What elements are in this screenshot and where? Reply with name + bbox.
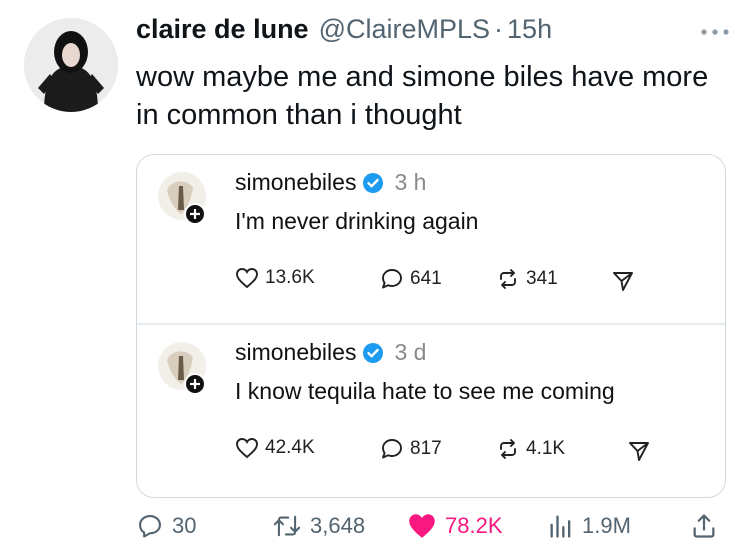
like-stat[interactable]: 13.6K bbox=[235, 267, 315, 289]
heart-icon bbox=[236, 268, 258, 289]
retweet-button[interactable]: 3,648 bbox=[272, 512, 365, 540]
handle[interactable]: @ClaireMPLS bbox=[319, 14, 490, 45]
heart-icon bbox=[236, 438, 258, 459]
reply-count: 30 bbox=[172, 513, 197, 538]
embedded-image[interactable]: simonebiles 3 h I'm never drinking again… bbox=[136, 154, 726, 498]
comment-count: 817 bbox=[410, 438, 442, 459]
repost-stat[interactable]: 341 bbox=[496, 267, 558, 291]
repost-stat[interactable]: 4.1K bbox=[496, 437, 565, 461]
separator-dot: · bbox=[494, 14, 504, 44]
retweet-count: 3,648 bbox=[310, 513, 366, 538]
more-icon[interactable] bbox=[698, 22, 732, 42]
repost-icon bbox=[500, 439, 516, 459]
views-button[interactable]: 1.9M bbox=[548, 512, 631, 540]
like-count: 42.4K bbox=[265, 437, 315, 458]
reply-icon bbox=[139, 515, 161, 538]
quoted-post: simonebiles 3 d I know tequila hate to s… bbox=[137, 325, 725, 493]
post-user: simonebiles 3 d bbox=[235, 339, 426, 366]
tweet-text: wow maybe me and simone biles have more … bbox=[136, 61, 709, 131]
share-button[interactable] bbox=[690, 512, 726, 540]
tweet-header: claire de lune @ClaireMPLS · 15h bbox=[136, 14, 552, 48]
like-count: 78.2K bbox=[445, 513, 503, 538]
send-icon[interactable] bbox=[611, 269, 635, 293]
views-count: 1.9M bbox=[582, 513, 631, 538]
post-username[interactable]: simonebiles bbox=[235, 339, 356, 366]
reply-button[interactable]: 30 bbox=[136, 512, 196, 540]
quoted-post: simonebiles 3 h I'm never drinking again… bbox=[137, 155, 725, 323]
repost-count: 4.1K bbox=[526, 438, 566, 459]
like-button[interactable]: 78.2K bbox=[407, 512, 503, 540]
comment-icon bbox=[382, 269, 402, 289]
post-avatar bbox=[157, 170, 207, 232]
action-bar: 30 3,648 78.2K 1.9M bbox=[0, 512, 750, 548]
post-time: 3 d bbox=[394, 339, 427, 365]
repost-count: 341 bbox=[526, 268, 558, 289]
avatar[interactable] bbox=[24, 18, 118, 112]
share-icon bbox=[693, 514, 715, 538]
repost-icon bbox=[500, 269, 516, 289]
timestamp[interactable]: 15h bbox=[507, 14, 552, 45]
post-username[interactable]: simonebiles bbox=[235, 169, 356, 196]
post-user: simonebiles 3 h bbox=[235, 169, 426, 196]
comment-count: 641 bbox=[410, 268, 442, 289]
retweet-icon bbox=[273, 515, 301, 537]
send-icon[interactable] bbox=[627, 439, 651, 463]
comment-icon bbox=[382, 439, 402, 459]
heart-icon bbox=[409, 514, 435, 538]
like-stat[interactable]: 42.4K bbox=[235, 437, 315, 459]
comment-stat[interactable]: 817 bbox=[380, 437, 442, 461]
verified-icon bbox=[363, 342, 384, 363]
verified-icon bbox=[363, 172, 384, 193]
display-name[interactable]: claire de lune bbox=[136, 14, 309, 45]
views-icon bbox=[550, 515, 571, 538]
post-time: 3 h bbox=[394, 169, 427, 195]
comment-stat[interactable]: 641 bbox=[380, 267, 442, 291]
like-count: 13.6K bbox=[265, 267, 315, 288]
post-text: I know tequila hate to see me coming bbox=[235, 378, 615, 404]
post-text: I'm never drinking again bbox=[235, 208, 479, 234]
post-avatar bbox=[157, 340, 207, 402]
